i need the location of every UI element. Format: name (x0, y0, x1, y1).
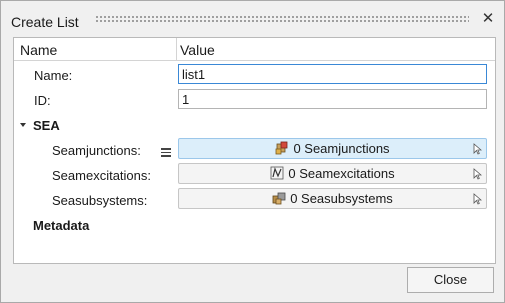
seasubsystems-label: Seasubsystems: (52, 193, 148, 208)
seamexcitations-selector[interactable]: 0 Seamexcitations (178, 163, 487, 184)
seamjunctions-selector[interactable]: 0 Seamjunctions (178, 138, 487, 159)
metadata-section-label: Metadata (33, 218, 90, 233)
column-header-name: Name (20, 42, 58, 58)
id-input[interactable] (179, 90, 489, 108)
drag-grip[interactable] (95, 15, 469, 23)
pick-cursor-icon (473, 168, 482, 180)
menu-icon[interactable] (161, 148, 171, 157)
column-header-value: Value (180, 42, 215, 58)
id-field[interactable] (178, 89, 489, 109)
title-bar[interactable]: Create List ✕ (1, 1, 504, 31)
sea-collapse-caret-icon[interactable] (20, 123, 26, 127)
close-button[interactable]: Close (407, 267, 494, 293)
create-list-dialog: Create List ✕ Name Value Name: ID: SEA S… (0, 0, 505, 303)
seamexcitations-label: Seamexcitations: (52, 168, 151, 183)
seasubsystem-icon (272, 192, 286, 205)
properties-panel: Name Value Name: ID: SEA Seamjunctions: (13, 37, 496, 264)
seasubsystems-value: 0 Seasubsystems (290, 191, 393, 206)
sea-section-label: SEA (33, 118, 60, 133)
seamjunctions-label: Seamjunctions: (52, 143, 141, 158)
pick-cursor-icon (473, 193, 482, 205)
seasubsystems-selector[interactable]: 0 Seasubsystems (178, 188, 487, 209)
column-divider[interactable] (176, 38, 177, 60)
name-label: Name: (34, 68, 73, 83)
name-input[interactable] (179, 65, 489, 83)
seamexcitation-icon (270, 166, 284, 180)
table-header: Name Value (14, 38, 495, 61)
name-field[interactable] (178, 64, 489, 84)
pick-cursor-icon (473, 143, 482, 155)
close-icon[interactable]: ✕ (481, 11, 495, 26)
dialog-title: Create List (11, 14, 79, 30)
seamjunction-icon (276, 141, 288, 155)
id-label: ID: (34, 93, 51, 108)
seamexcitations-value: 0 Seamexcitations (288, 166, 395, 181)
seamjunctions-value: 0 Seamjunctions (293, 141, 390, 156)
